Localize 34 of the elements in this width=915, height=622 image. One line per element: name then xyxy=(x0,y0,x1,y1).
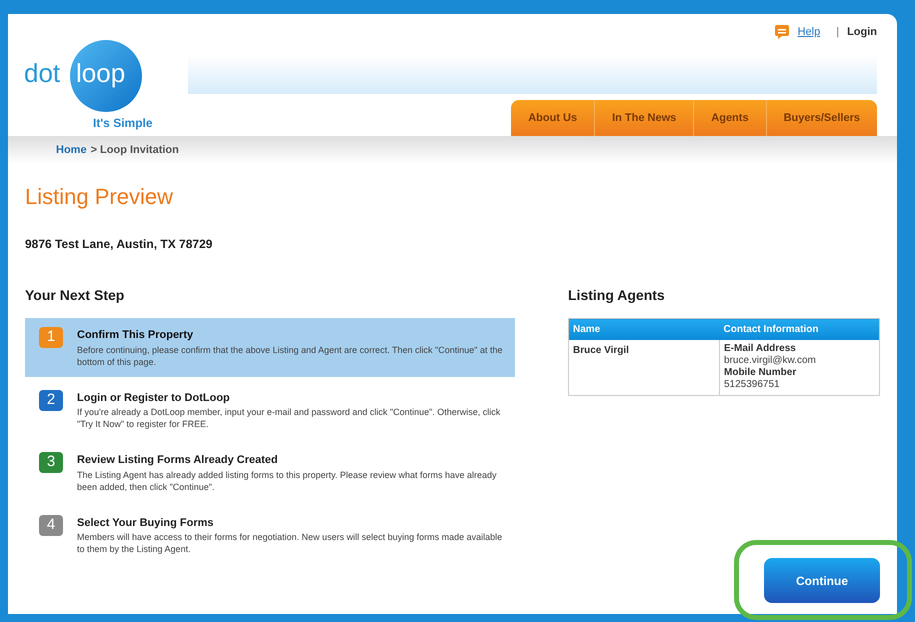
step-description: Before continuing, please confirm that the above Listing and Agent are correct. Then click "Continue" at the bottom of this page. xyxy=(77,344,504,368)
property-address: 9876 Test Lane, Austin, TX 78729 xyxy=(25,236,214,253)
step-number-badge: 4 xyxy=(39,514,63,536)
step-description: Members will have access to their forms for negotiation. New users will select buying forms made available to them by the Listing Agent. xyxy=(77,531,504,555)
nav-tab[interactable]: About Us xyxy=(511,100,594,136)
step-number-badge: 1 xyxy=(39,327,63,348)
field-label: Mobile Number xyxy=(724,367,798,379)
logo-text: dot xyxy=(24,60,60,86)
logo-text: loop xyxy=(76,60,126,86)
logo-tagline: It's Simple xyxy=(93,115,153,132)
login-link[interactable]: Login xyxy=(847,24,877,40)
step-title: Select Your Buying Forms xyxy=(77,516,215,530)
step-number-badge: 3 xyxy=(39,452,63,473)
page-title: Listing Preview xyxy=(25,183,174,211)
breadcrumb-link[interactable]: Home xyxy=(56,142,87,158)
step-title: Review Listing Forms Already Created xyxy=(77,453,279,468)
step-number-badge: 2 xyxy=(39,390,63,410)
separator-text: | xyxy=(836,25,840,40)
section-heading: Listing Agents xyxy=(568,286,666,305)
column-header: Name xyxy=(568,318,720,340)
step-title: Login or Register to DotLoop xyxy=(77,390,231,406)
breadcrumb-text: > Loop Invitation xyxy=(90,142,179,158)
column-header: Contact Information xyxy=(720,318,880,340)
section-heading: Your Next Step xyxy=(25,286,126,305)
continue-button[interactable]: Continue xyxy=(764,558,880,603)
phone-value: 5125396751 xyxy=(724,379,781,391)
step-description: If you're already a DotLoop member, input your e-mail and password and click "Continue". Otherwise, click "Try It Now" to register for FREE. xyxy=(77,406,502,430)
step-description: The Listing Agent has already added listing forms to this property. Please review what forms have already been added, then click "Continue". xyxy=(77,468,498,492)
field-label: E-Mail Address xyxy=(724,343,797,355)
email-value: bruce.virgil@kw.com xyxy=(724,355,817,367)
chat-bubble-icon xyxy=(774,24,790,40)
help-link[interactable]: Help xyxy=(798,24,820,40)
table-cell: Bruce Virgil xyxy=(568,340,720,396)
step-title: Confirm This Property xyxy=(77,328,194,343)
